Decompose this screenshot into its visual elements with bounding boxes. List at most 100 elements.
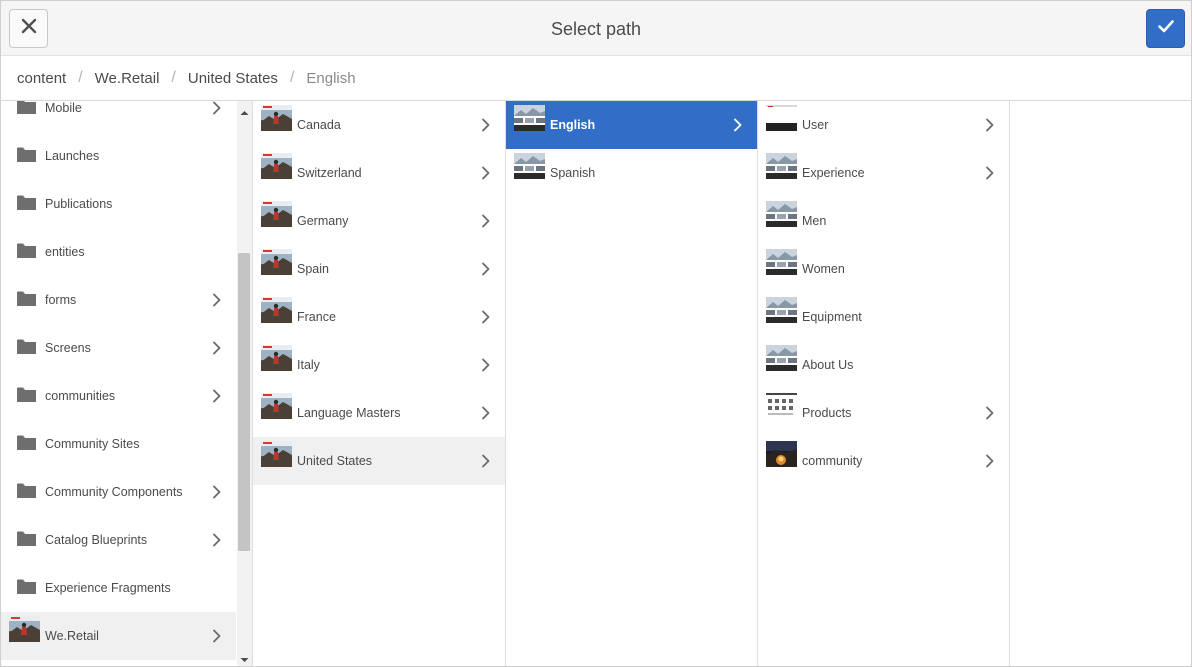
- item-label: Canada: [297, 118, 341, 132]
- page-thumbnail: [766, 201, 797, 227]
- chevron-right-icon[interactable]: [985, 406, 995, 420]
- chevron-right-icon[interactable]: [985, 454, 995, 468]
- page-thumbnail: [9, 616, 40, 642]
- chevron-right-icon[interactable]: [985, 166, 995, 180]
- folder-icon: [17, 101, 37, 114]
- breadcrumb-item-we-retail[interactable]: We.Retail: [95, 70, 160, 87]
- sites-item-communities[interactable]: communities: [1, 372, 236, 420]
- item-label: Equipment: [802, 310, 862, 324]
- page-thumbnail: [514, 105, 545, 131]
- checkmark-icon: [1157, 17, 1175, 40]
- countries-item-switzerland[interactable]: Switzerland: [253, 149, 505, 197]
- item-label: forms: [45, 293, 77, 307]
- countries-item-spain[interactable]: Spain: [253, 245, 505, 293]
- item-label: English: [550, 118, 596, 132]
- chevron-right-icon[interactable]: [481, 310, 491, 324]
- close-icon: [20, 17, 38, 40]
- folder-icon: [17, 290, 37, 306]
- item-label: Catalog Blueprints: [45, 533, 148, 547]
- sites-item-we-retail[interactable]: We.Retail: [1, 612, 236, 660]
- page-thumbnail: [261, 297, 292, 323]
- item-label: Products: [802, 406, 852, 420]
- chevron-right-icon[interactable]: [212, 101, 222, 115]
- scroll-down-arrow-icon[interactable]: [239, 652, 250, 662]
- chevron-right-icon[interactable]: [733, 118, 743, 132]
- item-label: communities: [45, 389, 116, 403]
- column-languages: English Spanish: [506, 101, 758, 666]
- sites-item-forms[interactable]: forms: [1, 276, 236, 324]
- folder-icon: [17, 242, 37, 258]
- chevron-right-icon[interactable]: [481, 118, 491, 132]
- column-pages: User Experience Men Women Equipment About Us P…: [758, 101, 1010, 666]
- breadcrumb-item-united-states[interactable]: United States: [188, 70, 278, 87]
- chevron-right-icon[interactable]: [481, 214, 491, 228]
- breadcrumb-separator: /: [171, 69, 176, 86]
- languages-item-english[interactable]: English: [506, 101, 757, 149]
- chevron-right-icon[interactable]: [481, 166, 491, 180]
- sites-item-publications[interactable]: Publications: [1, 180, 236, 228]
- countries-item-canada[interactable]: Canada: [253, 101, 505, 149]
- sites-item-mobile[interactable]: Mobile: [1, 101, 236, 132]
- chevron-right-icon[interactable]: [481, 454, 491, 468]
- countries-item-united-states[interactable]: United States: [253, 437, 505, 485]
- page-thumbnail: [261, 105, 292, 131]
- page-thumbnail: [766, 105, 797, 131]
- column-empty: [1010, 101, 1191, 666]
- page-thumbnail: [261, 249, 292, 275]
- chevron-right-icon[interactable]: [212, 341, 222, 355]
- countries-item-germany[interactable]: Germany: [253, 197, 505, 245]
- pages-item-community[interactable]: community: [758, 437, 1009, 485]
- confirm-button[interactable]: [1146, 9, 1185, 48]
- languages-item-spanish[interactable]: Spanish: [506, 149, 757, 197]
- countries-item-italy[interactable]: Italy: [253, 341, 505, 389]
- scrollbar[interactable]: [237, 101, 252, 666]
- breadcrumb-separator: /: [289, 69, 295, 86]
- sites-item-screens[interactable]: Screens: [1, 324, 236, 372]
- folder-icon: [17, 482, 37, 498]
- chevron-right-icon[interactable]: [481, 262, 491, 276]
- chevron-right-icon[interactable]: [212, 389, 222, 403]
- item-label: Mobile: [45, 101, 82, 115]
- chevron-right-icon[interactable]: [212, 485, 222, 499]
- breadcrumb: content / We.Retail / United States / En…: [1, 56, 1191, 101]
- pages-item-experience[interactable]: Experience: [758, 149, 1009, 197]
- folder-icon: [17, 530, 37, 546]
- select-path-dialog: Select path content / We.Retail / United…: [0, 0, 1192, 667]
- pages-item-equipment[interactable]: Equipment: [758, 293, 1009, 341]
- item-label: About Us: [802, 358, 854, 372]
- sites-item-community-sites[interactable]: Community Sites: [1, 420, 236, 468]
- chevron-right-icon[interactable]: [985, 118, 995, 132]
- item-label: Publications: [45, 197, 113, 211]
- pages-item-men[interactable]: Men: [758, 197, 1009, 245]
- sites-item-experience-fragments[interactable]: Experience Fragments: [1, 564, 236, 612]
- item-label: Launches: [45, 149, 100, 163]
- scrollbar-thumb[interactable]: [238, 253, 250, 551]
- pages-item-products[interactable]: Products: [758, 389, 1009, 437]
- chevron-right-icon[interactable]: [212, 533, 222, 547]
- item-label: Spanish: [550, 166, 596, 180]
- item-label: Language Masters: [297, 406, 401, 420]
- breadcrumb-item-content[interactable]: content: [17, 70, 66, 87]
- chevron-right-icon[interactable]: [212, 293, 222, 307]
- scroll-up-arrow-icon[interactable]: [239, 105, 250, 115]
- page-thumbnail: [261, 345, 292, 371]
- column-countries: Canada Switzerland Germany Spain France Italy…: [253, 101, 506, 666]
- folder-icon: [17, 146, 37, 162]
- sites-item-entities[interactable]: entities: [1, 228, 236, 276]
- pages-item-about-us[interactable]: About Us: [758, 341, 1009, 389]
- chevron-right-icon[interactable]: [481, 358, 491, 372]
- countries-item-language-masters[interactable]: Language Masters: [253, 389, 505, 437]
- pages-item-women[interactable]: Women: [758, 245, 1009, 293]
- sites-item-community-components[interactable]: Community Components: [1, 468, 236, 516]
- countries-item-france[interactable]: France: [253, 293, 505, 341]
- chevron-right-icon[interactable]: [212, 629, 222, 643]
- chevron-right-icon[interactable]: [481, 406, 491, 420]
- folder-icon: [17, 194, 37, 210]
- page-thumbnail: [261, 153, 292, 179]
- sites-item-launches[interactable]: Launches: [1, 132, 236, 180]
- close-button[interactable]: [9, 9, 48, 48]
- sites-item-catalog-blueprints[interactable]: Catalog Blueprints: [1, 516, 236, 564]
- item-label: Italy: [297, 358, 320, 372]
- pages-item-user[interactable]: User: [758, 101, 1009, 149]
- page-thumbnail: [261, 441, 292, 467]
